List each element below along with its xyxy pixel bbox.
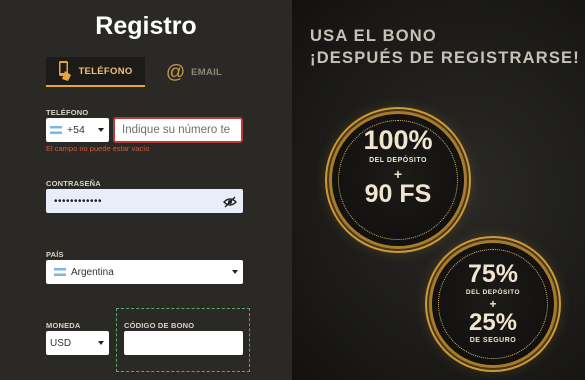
bonus-badge-deposit: 100% DEL DEPÓSITO + 90 FS <box>332 114 464 246</box>
registration-page: Registro TELÉFONO @ EMAIL TELÉFONO +54 E… <box>0 0 585 380</box>
bonus-code-label: CÓDIGO DE BONO <box>124 321 195 330</box>
phone-label: TELÉFONO <box>46 108 89 117</box>
tab-phone-label: TELÉFONO <box>78 65 133 77</box>
bonus-badge-insurance: 75% DEL DEPÓSITO + 25% DE SEGURO <box>432 243 554 365</box>
eye-off-icon[interactable] <box>223 195 237 208</box>
password-masked-value: •••••••••••• <box>54 195 103 207</box>
phone-icon <box>58 61 72 81</box>
signup-method-tabs: TELÉFONO @ EMAIL <box>46 57 243 87</box>
country-select[interactable]: Argentina <box>46 260 243 284</box>
badge2-percent: 75% <box>467 260 519 288</box>
phone-error-message: El campo no puede estar vacío <box>46 144 150 153</box>
badge2-extra: 25% <box>468 309 518 336</box>
argentina-flag-icon <box>50 126 62 134</box>
bonus-code-input[interactable] <box>124 331 243 355</box>
currency-label: MONEDA <box>46 321 81 330</box>
country-label: PAÍS <box>46 250 64 259</box>
country-code-select[interactable]: +54 <box>46 118 109 142</box>
badge1-extra: 90 FS <box>364 180 432 208</box>
currency-value: USD <box>50 337 72 349</box>
promo-banner: USA EL BONO ¡DESPUÉS DE REGISTRARSE! 100… <box>292 0 585 380</box>
registration-form-panel: Registro TELÉFONO @ EMAIL TELÉFONO +54 E… <box>0 0 292 380</box>
chevron-down-icon <box>98 128 104 132</box>
badge1-percent: 100% <box>363 125 433 155</box>
at-sign-icon: @ <box>165 61 186 83</box>
argentina-flag-icon <box>54 268 66 276</box>
currency-select[interactable]: USD <box>46 331 109 355</box>
page-title: Registro <box>95 12 197 40</box>
country-code-value: +54 <box>67 124 85 136</box>
phone-number-input[interactable] <box>113 117 243 143</box>
badge1-line: DEL DEPÓSITO <box>369 157 427 164</box>
chevron-down-icon <box>98 341 104 345</box>
country-value: Argentina <box>71 266 114 278</box>
promo-headline-2: ¡DESPUÉS DE REGISTRARSE! <box>310 49 580 67</box>
password-field[interactable]: •••••••••••• <box>46 189 243 213</box>
promo-headline-1: USA EL BONO <box>310 27 437 45</box>
tab-email[interactable]: @ EMAIL <box>145 57 243 87</box>
chevron-down-icon <box>232 270 238 274</box>
tab-phone[interactable]: TELÉFONO <box>46 57 145 87</box>
tab-email-label: EMAIL <box>191 66 223 78</box>
badge2-line: DEL DEPÓSITO <box>465 289 521 296</box>
badge2-extra-line: DE SEGURO <box>469 337 517 344</box>
password-label: CONTRASEÑA <box>46 179 101 188</box>
